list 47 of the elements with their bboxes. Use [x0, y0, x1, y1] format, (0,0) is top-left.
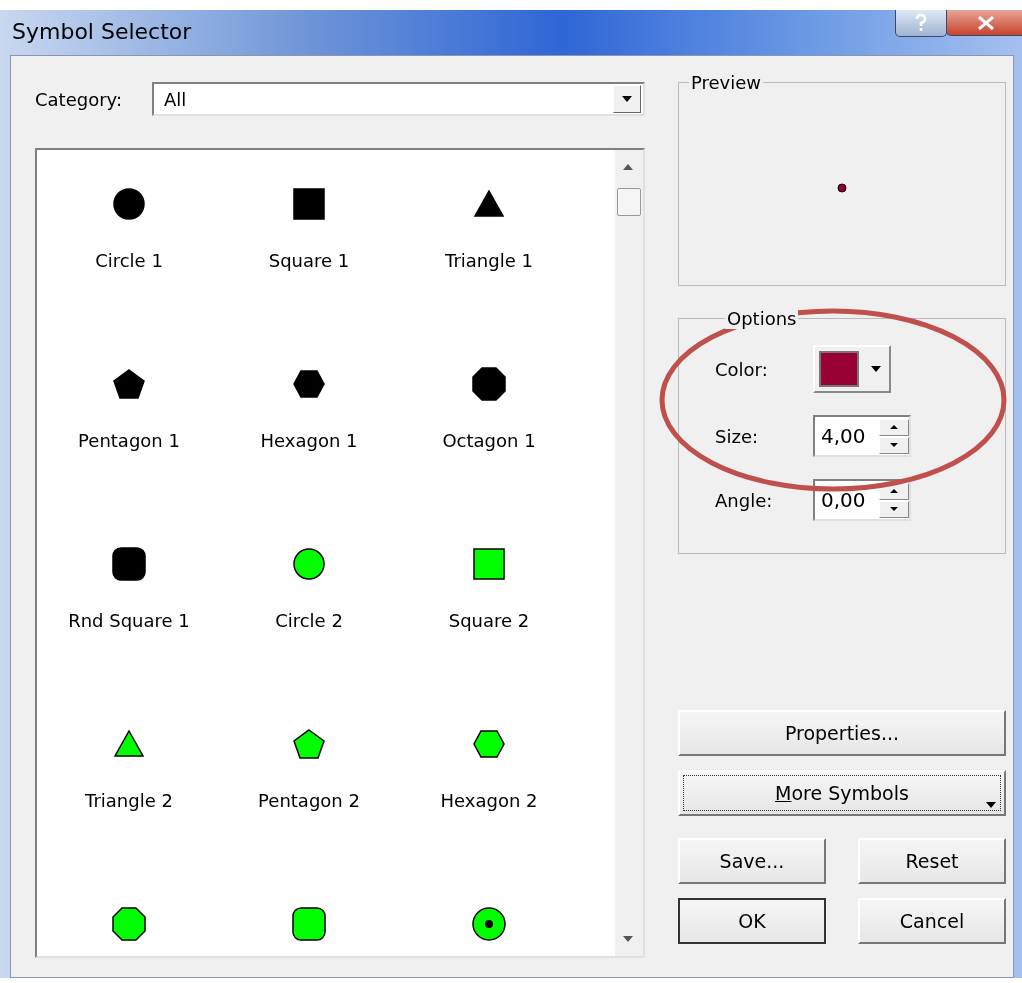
symbol-label[interactable]: Hexagon 2 — [440, 790, 538, 811]
symbol-label[interactable]: Rnd Square 1 — [68, 610, 190, 631]
symbol-label[interactable]: Triangle 2 — [85, 790, 173, 811]
scroll-down-arrow-icon[interactable] — [623, 936, 633, 942]
close-button[interactable] — [946, 10, 1022, 36]
up-arrow-icon — [890, 425, 898, 429]
angle-label: Angle: — [715, 489, 774, 511]
size-spin-box[interactable]: 4,00 — [813, 415, 911, 457]
options-title: Options — [725, 308, 799, 329]
symbol-label[interactable]: Hexagon 1 — [260, 430, 358, 451]
up-arrow-icon — [890, 489, 898, 493]
ok-button[interactable]: OK — [678, 898, 826, 944]
reset-button[interactable]: Reset — [858, 838, 1006, 884]
spin-down-button[interactable] — [879, 500, 909, 518]
symbol-label[interactable]: Triangle 1 — [445, 250, 533, 271]
save-button[interactable]: Save... — [678, 838, 826, 884]
symbol-label[interactable]: Square 2 — [448, 610, 530, 631]
color-picker-button[interactable] — [813, 345, 891, 393]
spin-up-button[interactable] — [879, 418, 909, 436]
properties-button[interactable]: Properties... — [678, 710, 1006, 756]
scrollbar[interactable] — [615, 150, 643, 956]
window-title: Symbol Selector — [12, 18, 192, 44]
size-label: Size: — [715, 425, 759, 447]
spin-down-button[interactable] — [879, 436, 909, 454]
scroll-up-arrow-icon[interactable] — [623, 164, 633, 170]
caret-icon — [871, 366, 881, 372]
caret-icon — [622, 96, 632, 102]
symbol-label[interactable]: Square 1 — [268, 250, 350, 271]
symbol-label[interactable]: Circle 2 — [275, 610, 343, 631]
symbol-label[interactable]: Pentagon 2 — [258, 790, 360, 811]
caret-icon — [986, 802, 996, 808]
symbol-label[interactable]: Pentagon 1 — [78, 430, 180, 451]
category-dropdown[interactable]: All — [152, 82, 645, 116]
more-symbols-button[interactable]: More Symbols — [678, 770, 1006, 816]
cancel-button[interactable]: Cancel — [858, 898, 1006, 944]
symbol-label[interactable]: Octagon 1 — [442, 430, 536, 451]
category-label: Category: — [35, 88, 122, 110]
color-label: Color: — [715, 358, 769, 380]
size-field[interactable]: 4,00 — [815, 423, 879, 449]
symbol-label[interactable]: Circle 1 — [95, 250, 163, 271]
scrollbar-thumb[interactable] — [617, 188, 641, 216]
close-icon — [977, 15, 995, 30]
angle-field[interactable]: 0,00 — [815, 487, 879, 513]
help-button[interactable] — [895, 10, 947, 37]
down-arrow-icon — [890, 507, 898, 511]
help-icon — [915, 14, 927, 32]
down-arrow-icon — [890, 443, 898, 447]
